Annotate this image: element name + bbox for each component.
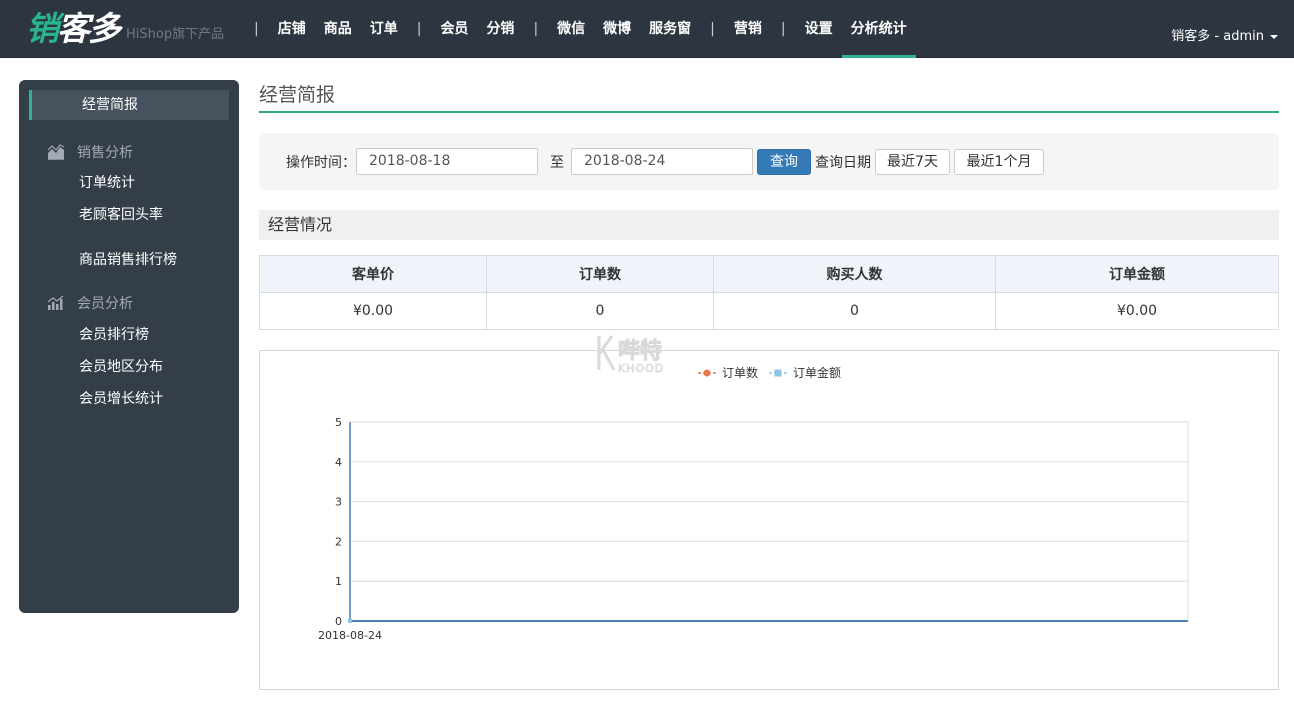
legend-label: 订单金额 bbox=[793, 365, 841, 380]
area-chart-icon bbox=[47, 144, 65, 160]
end-date-input[interactable]: 2018-08-24 bbox=[571, 148, 753, 175]
svg-text:KHOOD: KHOOD bbox=[618, 362, 664, 375]
nav-separator: | bbox=[710, 21, 715, 37]
y-tick-label: 0 bbox=[335, 615, 342, 628]
section-heading: 经营情况 bbox=[259, 210, 1279, 240]
sidebar-group-members: 会员分析 bbox=[47, 293, 133, 313]
y-tick-label: 3 bbox=[335, 496, 342, 509]
bar-chart-icon bbox=[47, 295, 64, 310]
sidebar-group-label: 会员分析 bbox=[77, 296, 133, 312]
trend-chart: 0 1 2 3 4 5 2018-08-24 订单数 订单金额 bbox=[259, 350, 1279, 690]
top-navbar: 销客多 HiShop旗下产品 | 店铺 商品 订单 | 会员 分销 | 微信 微博 服务窗 | 营销 | 设… bbox=[0, 0, 1294, 58]
filter-panel: 操作时间： 2018-08-18 至 2018-08-24 查询 查询日期 最近… bbox=[259, 133, 1279, 190]
col-buyer-count: 购买人数 bbox=[713, 255, 996, 293]
y-tick-label: 1 bbox=[335, 575, 342, 588]
nav-item[interactable]: 店铺 bbox=[269, 0, 315, 58]
table-row: ¥0.00 0 0 ¥0.00 bbox=[259, 292, 1279, 330]
x-tick-label: 2018-08-24 bbox=[318, 629, 382, 642]
y-tick-label: 2 bbox=[335, 535, 342, 548]
sidebar-group-sales: 销售分析 bbox=[47, 142, 133, 162]
col-order-count: 订单数 bbox=[486, 255, 714, 293]
nav-separator: | bbox=[254, 21, 259, 37]
sidebar-group-label: 销售分析 bbox=[77, 145, 133, 161]
nav-item[interactable]: 会员 bbox=[431, 0, 477, 58]
data-point-amount bbox=[348, 619, 352, 623]
col-avg-order-value: 客单价 bbox=[259, 255, 487, 293]
caret-down-icon bbox=[1270, 34, 1278, 39]
nav-item[interactable]: 服务窗 bbox=[640, 0, 700, 58]
last-7-days-button[interactable]: 最近7天 bbox=[875, 149, 950, 175]
nav-separator: | bbox=[533, 21, 539, 37]
nav-item[interactable]: 分析统计 bbox=[841, 0, 916, 58]
logo-subtitle: HiShop旗下产品 bbox=[126, 27, 225, 42]
user-menu[interactable]: 销客多 - admin bbox=[1171, 0, 1278, 58]
user-name: 销客多 - admin bbox=[1171, 29, 1264, 44]
legend-marker bbox=[774, 369, 782, 377]
chart-svg: 0 1 2 3 4 5 2018-08-24 订单数 订单金额 bbox=[318, 365, 1189, 642]
nav-item[interactable]: 微博 bbox=[594, 0, 640, 58]
sidebar-item-member-growth[interactable]: 会员增长统计 bbox=[79, 388, 163, 408]
stats-table: 客单价 订单数 购买人数 订单金额 ¥0.00 0 0 ¥0.00 bbox=[259, 255, 1279, 330]
logo-text: 销客多 bbox=[26, 9, 121, 48]
nav-item[interactable]: 营销 bbox=[725, 0, 771, 58]
svg-text:哔特: 哔特 bbox=[618, 338, 662, 364]
title-divider bbox=[259, 111, 1279, 113]
query-date-label: 查询日期 bbox=[815, 155, 871, 171]
sidebar: 经营简报 销售分析 订单统计 老顾客回头率 商品销售排行榜 会员分析 会员排行榜… bbox=[19, 80, 239, 613]
y-tick-label: 5 bbox=[335, 416, 342, 429]
nav-item[interactable]: 设置 bbox=[796, 0, 842, 58]
main-nav: | 店铺 商品 订单 | 会员 分销 | 微信 微博 服务窗 | 营销 | 设置 分析统计 bbox=[244, 0, 916, 58]
nav-separator: | bbox=[780, 21, 786, 37]
cell-buyer-count: 0 bbox=[713, 292, 996, 330]
cell-order-count: 0 bbox=[486, 292, 714, 330]
sidebar-item-member-region[interactable]: 会员地区分布 bbox=[79, 356, 163, 376]
nav-item[interactable]: 分销 bbox=[477, 0, 523, 58]
sidebar-item-business-report[interactable]: 经营简报 bbox=[29, 90, 229, 120]
nav-separator: | bbox=[416, 21, 422, 37]
col-order-amount: 订单金额 bbox=[995, 255, 1279, 293]
legend-marker bbox=[703, 369, 711, 377]
nav-item[interactable]: 微信 bbox=[548, 0, 594, 58]
cell-order-amount: ¥0.00 bbox=[995, 292, 1279, 330]
last-1-month-button[interactable]: 最近1个月 bbox=[954, 149, 1044, 175]
time-label: 操作时间： bbox=[286, 155, 356, 171]
range-to-label: 至 bbox=[550, 155, 564, 171]
y-tick-label: 4 bbox=[335, 456, 342, 469]
sidebar-item-product-ranking[interactable]: 商品销售排行榜 bbox=[79, 249, 177, 269]
watermark-logo: 哔特 KHOOD bbox=[597, 335, 664, 375]
nav-item[interactable]: 商品 bbox=[315, 0, 361, 58]
page-title: 经营简报 bbox=[259, 84, 336, 106]
brand-logo[interactable]: 销客多 HiShop旗下产品 bbox=[26, 8, 224, 48]
query-button[interactable]: 查询 bbox=[757, 149, 811, 175]
cell-avg-order-value: ¥0.00 bbox=[259, 292, 487, 330]
table-header-row: 客单价 订单数 购买人数 订单金额 bbox=[259, 255, 1279, 293]
sidebar-item-repeat-rate[interactable]: 老顾客回头率 bbox=[79, 204, 163, 224]
nav-item[interactable]: 订单 bbox=[361, 0, 407, 58]
sidebar-item-member-ranking[interactable]: 会员排行榜 bbox=[79, 324, 149, 344]
sidebar-item-order-stats[interactable]: 订单统计 bbox=[79, 172, 135, 192]
start-date-input[interactable]: 2018-08-18 bbox=[356, 148, 538, 175]
legend-label: 订单数 bbox=[722, 365, 758, 380]
